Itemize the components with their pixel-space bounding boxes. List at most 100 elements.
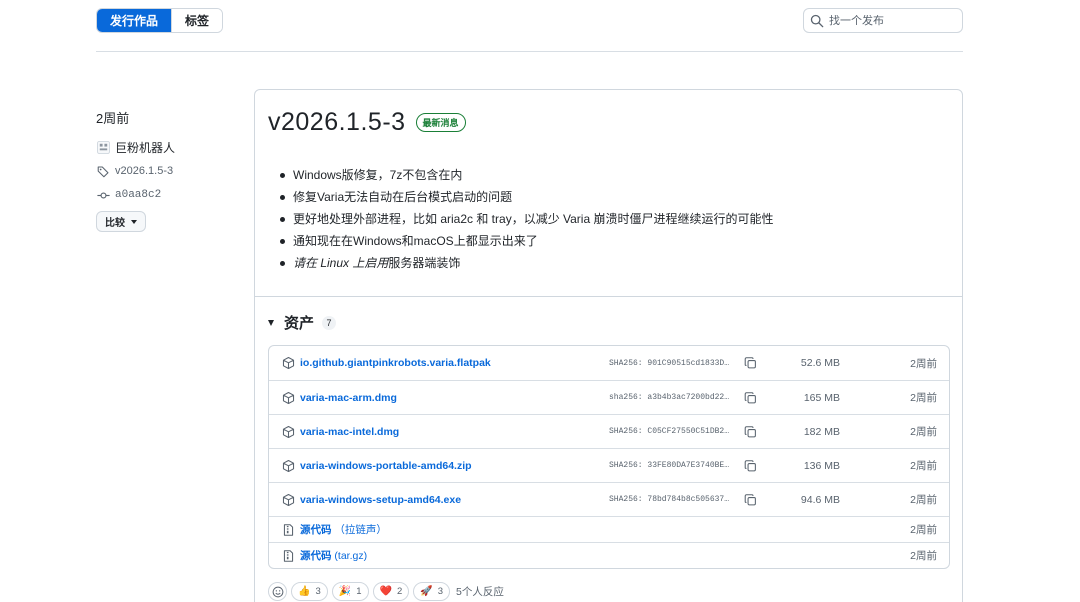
assets-heading: 资产: [284, 315, 315, 332]
release-search[interactable]: [803, 8, 963, 33]
source-row: 源代码 （拉链声） 2周前: [269, 516, 949, 542]
asset-row: io.github.giantpinkrobots.varia.flatpak …: [269, 346, 949, 380]
package-icon: [282, 425, 295, 438]
reaction-thumbs-up[interactable]: 👍 3: [291, 582, 328, 601]
compare-button[interactable]: 比较: [96, 211, 146, 232]
tag-icon: [96, 164, 110, 178]
chevron-down-icon: [131, 219, 137, 224]
source-link[interactable]: 源代码 (tar.gz): [300, 548, 367, 563]
source-link[interactable]: 源代码 （拉链声）: [300, 522, 387, 537]
heart-icon: ❤️: [379, 586, 392, 597]
tag-name: v2026.1.5-3: [115, 165, 174, 177]
asset-link[interactable]: varia-windows-setup-amd64.exe: [300, 494, 461, 506]
reaction-count: 2: [396, 586, 403, 597]
release-title[interactable]: v2026.1.5-3: [268, 108, 406, 137]
source-label: 源代码: [300, 550, 332, 562]
copy-icon[interactable]: [744, 425, 757, 438]
asset-link[interactable]: varia-windows-portable-amd64.zip: [300, 460, 472, 472]
assets-count: 7: [322, 315, 337, 330]
release-time: 2周前: [96, 111, 130, 126]
tab-tags[interactable]: 标签: [171, 9, 223, 32]
asset-sha: SHA256: 33FE80DA7E3740BE…: [609, 461, 730, 470]
collapse-triangle-icon[interactable]: [268, 319, 274, 326]
copy-icon[interactable]: [744, 357, 757, 370]
asset-row: varia-mac-arm.dmg sha256: a3b4b3ac7200bd…: [269, 380, 949, 414]
reaction-count: 3: [437, 586, 443, 597]
asset-date: 2周前: [910, 550, 937, 562]
release-note: 通知现在在Windows和macOS上都显示出来了: [279, 230, 773, 252]
release-tag[interactable]: v2026.1.5-3: [96, 159, 236, 183]
asset-row: varia-windows-setup-amd64.exe SHA256: 78…: [269, 482, 949, 516]
releases-tags-switch: 发行作品 标签: [96, 8, 224, 33]
package-icon: [282, 459, 295, 472]
compare-label: 比较: [105, 218, 125, 229]
asset-sha: SHA256: 78bd784b8c505637…: [609, 495, 730, 504]
asset-sha: SHA256: C05CF27550C51DB2…: [609, 427, 730, 436]
asset-date: 2周前: [910, 392, 937, 404]
source-label: 源代码: [300, 524, 332, 536]
latest-badge: 最新消息: [415, 113, 466, 132]
assets-header[interactable]: 资产 7: [268, 312, 337, 333]
asset-date: 2周前: [910, 494, 937, 506]
reaction-count: 1: [356, 586, 362, 597]
release-author[interactable]: 巨粉机器人: [96, 135, 236, 159]
package-icon: [282, 391, 295, 404]
tab-releases[interactable]: 发行作品: [97, 9, 172, 32]
releases-toolbar: 发行作品 标签: [96, 8, 963, 34]
reaction-heart[interactable]: ❤️ 2: [372, 582, 410, 601]
release-note-italic: 请在 Linux 上启用: [293, 256, 389, 270]
source-row: 源代码 (tar.gz) 2周前: [269, 542, 949, 568]
file-zip-icon: [283, 523, 294, 536]
asset-size: 94.6 MB: [800, 493, 840, 506]
package-icon: [282, 493, 295, 506]
source-format: （拉链声）: [334, 524, 387, 536]
commit-icon: [96, 188, 110, 202]
asset-date: 2周前: [910, 357, 937, 370]
search-icon: [810, 14, 824, 27]
reactions-bar: 👍 3 🎉 1 ❤️ 2 🚀 3 5个人反应: [268, 582, 504, 601]
card-divider: [255, 296, 962, 297]
rocket-icon: 🚀: [420, 586, 433, 597]
asset-sha: SHA256: 901C90515cd1833D…: [609, 358, 730, 368]
package-icon: [282, 356, 295, 370]
search-input[interactable]: [829, 14, 959, 27]
file-zip-icon: [283, 549, 294, 562]
thumbs-up-icon: 👍: [298, 586, 311, 597]
release-note: 请在 Linux 上启用服务器端装饰: [279, 252, 773, 274]
copy-icon[interactable]: [744, 459, 757, 472]
party-popper-icon: 🎉: [338, 586, 352, 597]
reaction-count: 3: [315, 586, 321, 597]
assets-list: io.github.giantpinkrobots.varia.flatpak …: [268, 345, 950, 569]
release-meta: 2周前 巨粉机器人 v2026.1.5-3 a0aa8c2 比较: [96, 108, 236, 232]
asset-link[interactable]: io.github.giantpinkrobots.varia.flatpak: [300, 357, 491, 369]
asset-row: varia-mac-intel.dmg SHA256: C05CF27550C5…: [269, 414, 949, 448]
reaction-hooray[interactable]: 🎉 1: [331, 582, 369, 601]
copy-icon[interactable]: [744, 391, 757, 404]
release-note: Windows版修复，7z不包含在内: [279, 164, 773, 186]
asset-size: 182 MB: [803, 425, 840, 438]
asset-size: 165 MB: [803, 391, 840, 404]
asset-size: 52.6 MB: [800, 357, 840, 369]
asset-link[interactable]: varia-mac-intel.dmg: [300, 426, 399, 438]
header-divider: [96, 51, 963, 52]
asset-date: 2周前: [910, 524, 937, 536]
release-note: 修复Varia无法自动在后台模式启动的问题: [279, 186, 773, 208]
asset-date: 2周前: [910, 460, 937, 472]
reaction-rocket[interactable]: 🚀 3: [413, 582, 450, 601]
reactions-summary[interactable]: 5个人反应: [456, 584, 504, 599]
copy-icon[interactable]: [744, 493, 757, 506]
asset-link[interactable]: varia-mac-arm.dmg: [300, 392, 397, 404]
release-notes: Windows版修复，7z不包含在内 修复Varia无法自动在后台模式启动的问题…: [279, 164, 773, 274]
source-format: (tar.gz): [334, 550, 368, 562]
release-card: v2026.1.5-3 最新消息 Windows版修复，7z不包含在内 修复Va…: [254, 89, 963, 602]
release-note: 更好地处理外部进程，比如 aria2c 和 tray，以减少 Varia 崩溃时…: [279, 208, 773, 230]
release-note-rest: 服务器端装饰: [388, 256, 461, 270]
commit-sha: a0aa8c2: [115, 189, 162, 201]
add-reaction-button[interactable]: [268, 582, 287, 601]
asset-sha: sha256: a3b4b3ac7200bd22…: [609, 393, 730, 402]
smiley-icon: [272, 586, 283, 597]
asset-row: varia-windows-portable-amd64.zip SHA256:…: [269, 448, 949, 482]
release-title-row: v2026.1.5-3 最新消息: [268, 108, 466, 137]
release-commit[interactable]: a0aa8c2: [96, 183, 236, 207]
author-name: 巨粉机器人: [115, 140, 176, 155]
